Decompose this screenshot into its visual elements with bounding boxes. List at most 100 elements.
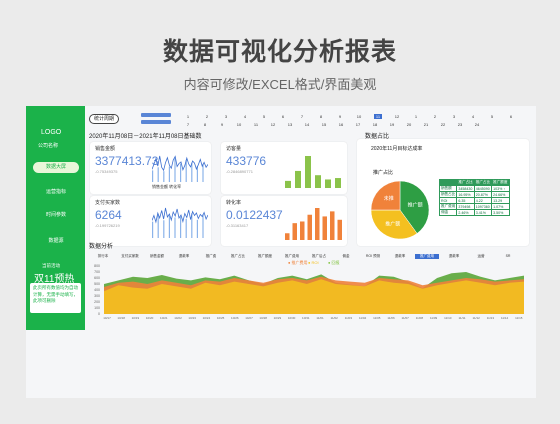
tab-12[interactable]: 推广费用 [415, 254, 439, 259]
day-option-10[interactable]: 10 [235, 122, 243, 127]
month-option-3[interactable]: 3 [222, 114, 230, 119]
table-cell: 2.46% [456, 209, 475, 216]
x-tick: 10/18 [117, 316, 125, 320]
tab-15[interactable]: SR [496, 254, 520, 258]
pie-label: 未推 [384, 195, 394, 202]
month-option-6[interactable]: 6 [279, 114, 287, 119]
tab-14[interactable]: 运营 [469, 254, 493, 259]
month-option-8[interactable]: 8 [317, 114, 325, 119]
year-selector-2021[interactable] [141, 120, 171, 124]
day-option-14[interactable]: 14 [303, 122, 311, 127]
bar-4 [307, 214, 312, 240]
day-option-11[interactable]: 11 [252, 122, 260, 127]
y-tick: 100 [94, 306, 100, 310]
tab-1[interactable]: 支付买家数 [118, 254, 142, 259]
tab-2[interactable]: 销售金额 [145, 254, 169, 259]
month-option-2[interactable]: 2 [203, 114, 211, 119]
sparkline-bar [202, 163, 204, 182]
pie-label: 推广额 [408, 202, 423, 209]
day-option-20[interactable]: 20 [405, 122, 413, 127]
x-tick: 11/07 [401, 316, 409, 320]
sparkline-bar [168, 215, 170, 238]
x-tick: 10/26 [231, 316, 239, 320]
month-option-9[interactable]: 9 [336, 114, 344, 119]
sidebar-item-datasource[interactable]: 数据源 [33, 236, 79, 247]
analysis-label: 数据分析 [89, 244, 114, 250]
day-option-12[interactable]: 12 [269, 122, 277, 127]
day-option-7[interactable]: 7 [184, 122, 192, 127]
day-option-24[interactable]: 24 [473, 122, 481, 127]
tab-5[interactable]: 推广占比 [226, 254, 250, 259]
month-option-11[interactable]: 11 [374, 114, 382, 119]
bar-1 [285, 233, 290, 240]
tab-4[interactable]: 推广费 [199, 254, 223, 259]
sidebar-item-operations[interactable]: 运营指标 [33, 187, 79, 198]
tab-8[interactable]: 推广后占 [307, 254, 331, 259]
day-option-23[interactable]: 23 [456, 122, 464, 127]
card-conversion-sub: -0.31163417 [226, 223, 249, 228]
day-option-8[interactable]: 8 [201, 122, 209, 127]
month-option-4[interactable]: 4 [241, 114, 249, 119]
month-option-5[interactable]: 5 [260, 114, 268, 119]
promo-note: 此页所有数值均为自动计算，无需手动填写，此项可删除 [30, 283, 81, 313]
report-subheading: 内容可修改/EXCEL格式/界面美观 [183, 77, 377, 92]
tab-9[interactable]: 佣金 [334, 254, 358, 259]
tab-7[interactable]: 推广费用 [280, 254, 304, 259]
card-visitors: 访客量 433776 -0.2846890771 [221, 142, 347, 194]
tab-13[interactable]: 退款率 [442, 254, 466, 259]
month-option-1[interactable]: 1 [184, 114, 192, 119]
sparkline-bar [180, 216, 182, 238]
card-buyers-value: 6264 [95, 208, 122, 222]
day-option-1[interactable]: 1 [412, 114, 420, 119]
x-tick: 10/27 [245, 316, 253, 320]
x-tick: 11/15 [515, 316, 523, 320]
bar-6 [322, 216, 327, 240]
day-option-4[interactable]: 4 [469, 114, 477, 119]
month-option-10[interactable]: 10 [355, 114, 363, 119]
table-cell: 佣金 [438, 209, 458, 216]
card-sales-value: 3377413.73 [95, 154, 159, 168]
y-tick: 0 [98, 312, 100, 316]
sparkline-bar [157, 214, 159, 238]
sparkline-bar [174, 217, 176, 238]
card-conversion-title: 转化率 [226, 200, 242, 206]
tab-6[interactable]: 推广额度 [253, 254, 277, 259]
share-table: 推广占比 推广占比 推广额度 销售额 3458430 4645090 103% ↑ 销… [438, 179, 510, 216]
legend-item: ● ROI [308, 260, 319, 265]
x-tick: 10/28 [259, 316, 267, 320]
tab-0[interactable]: 排行本 [91, 254, 115, 259]
day-option-5[interactable]: 5 [488, 114, 496, 119]
share-table-header-cell: 推广占比 [473, 179, 493, 186]
day-option-18[interactable]: 18 [371, 122, 379, 127]
share-table-header-cell: 推广额度 [491, 179, 510, 186]
card-visitors-sub: -0.2846890771 [226, 169, 253, 174]
x-tick: 10/19 [131, 316, 140, 320]
month-option-7[interactable]: 7 [298, 114, 306, 119]
card-visitors-title: 访客量 [226, 146, 242, 152]
sidebar-item-dashboard[interactable]: 数据大屏 [33, 162, 79, 173]
company-name: 公司名称 [38, 143, 59, 149]
day-option-2[interactable]: 2 [431, 114, 439, 119]
day-option-19[interactable]: 19 [388, 122, 396, 127]
tab-3[interactable]: 退款率 [172, 254, 196, 259]
day-option-17[interactable]: 17 [354, 122, 362, 127]
day-option-3[interactable]: 3 [450, 114, 458, 119]
x-tick: 10/29 [273, 316, 282, 320]
area-chart [104, 272, 524, 314]
period-button[interactable]: 统计周期 [89, 114, 119, 124]
conversion-bar-chart [285, 208, 342, 240]
day-option-22[interactable]: 22 [439, 122, 447, 127]
day-option-9[interactable]: 9 [218, 122, 226, 127]
day-option-21[interactable]: 21 [422, 122, 430, 127]
sidebar-item-time-params[interactable]: 时间参数 [33, 210, 79, 221]
day-option-15[interactable]: 15 [320, 122, 328, 127]
day-option-13[interactable]: 13 [286, 122, 294, 127]
day-option-6[interactable]: 6 [507, 114, 515, 119]
year-selector-2020[interactable] [141, 113, 171, 117]
tab-11[interactable]: 退款率 [388, 254, 412, 259]
month-option-12[interactable]: 12 [393, 114, 401, 119]
tab-10[interactable]: ROI 预测 [361, 254, 385, 259]
bar-5 [315, 208, 320, 240]
y-tick: 200 [94, 300, 100, 304]
day-option-16[interactable]: 16 [337, 122, 345, 127]
